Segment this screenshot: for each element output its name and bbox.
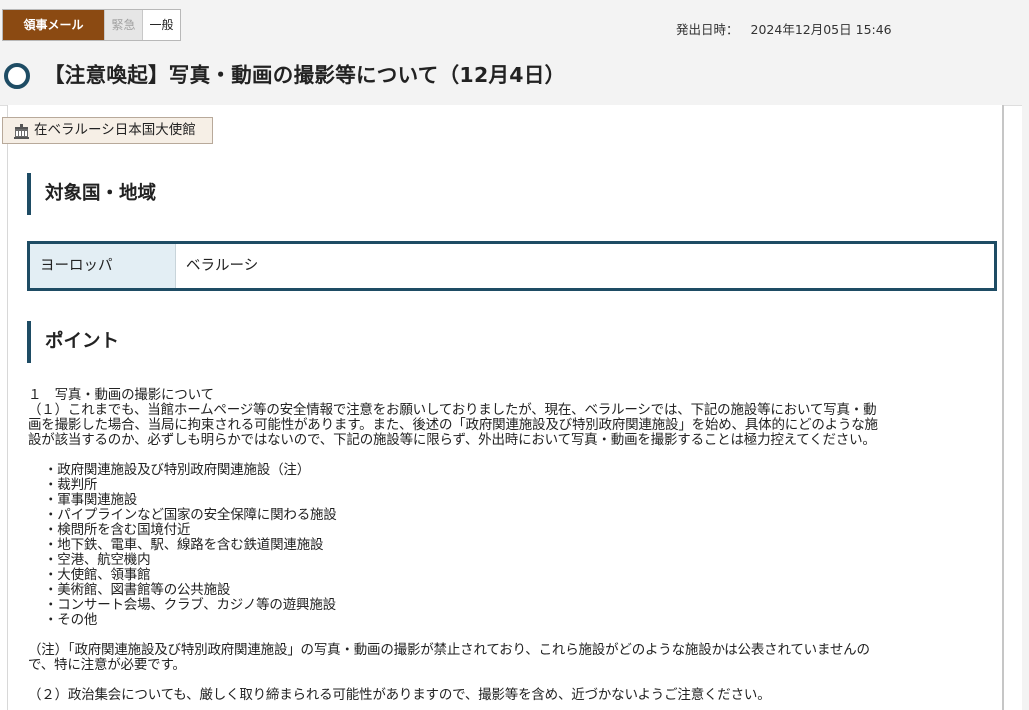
facility-item: ・大使館、領事館 bbox=[44, 567, 151, 583]
facility-item: ・美術館、図書館等の公共施設 bbox=[44, 582, 231, 598]
facility-item: ・その他 bbox=[44, 612, 98, 628]
category-general: 一般 bbox=[142, 10, 180, 40]
issue-datetime: 発出日時： 2024年12月05日 15:46 bbox=[676, 19, 892, 38]
region-label: ヨーロッパ bbox=[30, 244, 176, 288]
category-consular-mail: 領事メール bbox=[3, 10, 104, 40]
facility-item: ・地下鉄、電車、駅、線路を含む鉄道関連施設 bbox=[44, 537, 324, 553]
region-table: ヨーロッパ ベラルーシ bbox=[27, 241, 997, 291]
facility-item: ・裁判所 bbox=[44, 477, 98, 493]
note-line1: （注）「政府関連施設及び特別政府関連施設」の写真・動画の撮影が禁止されており、こ… bbox=[28, 642, 870, 658]
building-icon bbox=[14, 123, 29, 139]
facility-item: ・空港、航空機内 bbox=[44, 552, 151, 568]
note-line2: で、特に注意が必要です。 bbox=[28, 657, 186, 673]
item1-para2: （２）政治集会についても、厳しく取り締まられる可能性がありますので、撮影等を含め… bbox=[28, 687, 771, 703]
region-heading: 対象国・地域 bbox=[27, 173, 156, 215]
facility-item: ・検問所を含む国境付近 bbox=[44, 522, 191, 538]
sender-name: 在ベラルーシ日本国大使館 bbox=[34, 122, 196, 138]
page-title: 【注意喚起】写真・動画の撮影等について（12月4日） bbox=[44, 63, 566, 87]
item1-para1-line1: （１）これまでも、当館ホームページ等の安全情報で注意をお願いしておりましたが、現… bbox=[28, 402, 877, 418]
points-body: １ 写真・動画の撮影について （１）これまでも、当館ホームページ等の安全情報で注… bbox=[28, 388, 990, 703]
issue-value: 2024年12月05日 15:46 bbox=[750, 22, 892, 37]
facility-item: ・コンサート会場、クラブ、カジノ等の遊興施設 bbox=[44, 597, 336, 613]
points-heading: ポイント bbox=[27, 321, 119, 363]
category-tabs: 領事メール 緊急 一般 bbox=[2, 9, 181, 41]
sender-tag[interactable]: 在ベラルーシ日本国大使館 bbox=[2, 117, 213, 144]
mail-header: 領事メール 緊急 一般 発出日時： 2024年12月05日 15:46 【注意喚起… bbox=[0, 0, 1022, 106]
region-value: ベラルーシ bbox=[176, 244, 994, 288]
page: 領事メール 緊急 一般 発出日時： 2024年12月05日 15:46 【注意喚起… bbox=[0, 0, 1029, 710]
category-urgent: 緊急 bbox=[104, 10, 142, 40]
facility-item: ・軍事関連施設 bbox=[44, 492, 138, 508]
facility-item: ・政府関連施設及び特別政府関連施設（注） bbox=[44, 462, 310, 478]
item1-para1-line2: 画を撮影した場合、当局に拘束される可能性があります。また、後述の「政府関連施設及… bbox=[28, 417, 878, 433]
issue-label: 発出日時： bbox=[676, 22, 739, 37]
item1-title: １ 写真・動画の撮影について bbox=[28, 387, 214, 403]
right-margin-strip bbox=[1022, 0, 1029, 710]
facility-item: ・パイプラインなど国家の安全保障に関わる施設 bbox=[44, 507, 337, 523]
item1-para1-line3: 設が該当するのか、必ずしも明らかではないので、下記の施設等に限らず、外出時におい… bbox=[28, 432, 876, 448]
title-ring-icon bbox=[4, 63, 30, 89]
